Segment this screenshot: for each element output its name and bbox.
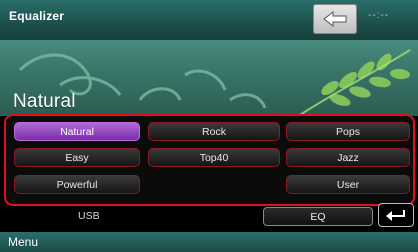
title-bar: Equalizer --:-- bbox=[0, 0, 418, 40]
equalizer-screen: Equalizer --:-- Natural Natural Rock Pop… bbox=[0, 0, 418, 252]
preset-panel: Natural Rock Pops Easy Top40 Jazz Powerf… bbox=[4, 114, 415, 206]
preset-rock-button[interactable]: Rock bbox=[148, 122, 280, 141]
preset-easy-button[interactable]: Easy bbox=[14, 148, 140, 167]
preset-user-button[interactable]: User bbox=[286, 175, 410, 194]
back-button[interactable] bbox=[313, 4, 357, 34]
eq-button[interactable]: EQ bbox=[263, 207, 373, 226]
current-preset-name: Natural bbox=[13, 91, 76, 112]
source-usb-label[interactable]: USB bbox=[78, 210, 100, 222]
screen-title: Equalizer bbox=[9, 9, 65, 23]
preset-natural-button[interactable]: Natural bbox=[14, 122, 140, 141]
preset-top40-button[interactable]: Top40 bbox=[148, 148, 280, 167]
preset-powerful-button[interactable]: Powerful bbox=[14, 175, 140, 194]
menu-bar bbox=[0, 232, 418, 252]
preset-pops-button[interactable]: Pops bbox=[286, 122, 410, 141]
back-arrow-icon bbox=[323, 10, 347, 28]
clock-display: --:-- bbox=[368, 10, 390, 21]
menu-button[interactable]: Menu bbox=[8, 235, 38, 249]
preset-jazz-button[interactable]: Jazz bbox=[286, 148, 410, 167]
return-button[interactable] bbox=[378, 203, 414, 227]
return-icon bbox=[386, 210, 405, 221]
